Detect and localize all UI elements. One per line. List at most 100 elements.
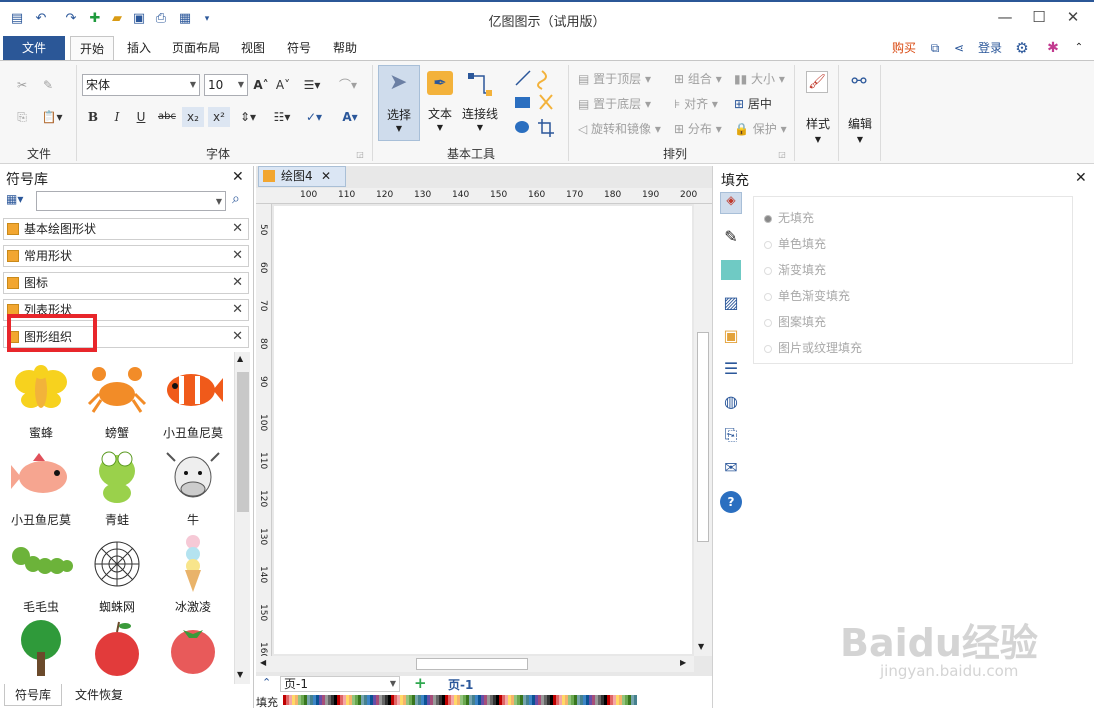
fill-bucket-icon[interactable]: ◈ (720, 192, 742, 214)
arrange-dialog-launcher-icon[interactable]: ◲ (776, 145, 788, 165)
shape-bee[interactable]: 蜜蜂 (0, 360, 82, 445)
image-icon[interactable]: ▨ (720, 293, 742, 315)
canvas-horizontal-scrollbar[interactable]: ◀ ▶ (256, 656, 694, 672)
text-tool-button[interactable]: ✒ 文本 ▼ (422, 65, 458, 141)
minimize-button[interactable]: — (990, 6, 1020, 28)
distribute-button[interactable]: ⊞ 分布 ▾ (674, 120, 722, 137)
close-icon[interactable]: ✕ (232, 327, 243, 347)
radio-picture-fill[interactable]: 图片或纹理填充 (764, 339, 862, 356)
scroll-up-icon[interactable]: ▲ (237, 354, 243, 363)
addon-icon[interactable]: ✱ (1042, 36, 1064, 60)
radio-single-gradient-fill[interactable]: 单色渐变填充 (764, 287, 850, 304)
tab-symbol-library[interactable]: 符号库 (4, 684, 62, 706)
group-button[interactable]: ⊞ 组合 ▾ (674, 70, 722, 87)
color-swatch[interactable] (634, 695, 637, 705)
document-tab[interactable]: 绘图4 ✕ (258, 166, 346, 187)
font-dialog-launcher-icon[interactable]: ◲ (354, 145, 366, 165)
tab-insert[interactable]: 插入 (120, 36, 158, 60)
vertical-scrollbar[interactable]: ▲ ▼ (234, 352, 250, 684)
add-page-icon[interactable]: + (414, 674, 427, 692)
select-tool-button[interactable]: ➤ 选择 ▼ (378, 65, 420, 141)
superscript-button[interactable]: x² (208, 107, 230, 127)
buy-link[interactable]: 购买 (886, 36, 922, 60)
page-select[interactable]: 页-1 ▼ (280, 676, 400, 692)
shape-spider-web[interactable]: 蜘蛛网 (76, 534, 158, 619)
category-common-shapes[interactable]: 常用形状 ✕ (3, 245, 249, 267)
close-icon[interactable]: ✕ (232, 219, 243, 239)
scrollbar-thumb[interactable] (237, 372, 249, 512)
connector-tool-button[interactable]: 连接线 ▼ (460, 65, 500, 141)
grow-font-icon[interactable]: A˄ (252, 75, 270, 95)
shape-frog[interactable]: 青蛙 (76, 447, 158, 532)
line-spacing-icon[interactable]: ⇕▾ (234, 107, 262, 127)
scroll-down-icon[interactable]: ▼ (698, 642, 704, 651)
bullets-icon[interactable]: ☷▾ (268, 107, 296, 127)
line-pen-icon[interactable]: ✎ (720, 227, 742, 249)
scroll-down-icon[interactable]: ▼ (237, 670, 243, 679)
close-window-button[interactable]: ✕ (1058, 6, 1088, 28)
underline-button[interactable]: U (132, 107, 150, 127)
category-icons[interactable]: 图标 ✕ (3, 272, 249, 294)
library-menu-icon[interactable]: ▦▾ (6, 192, 32, 210)
close-panel-icon[interactable]: ✕ (1075, 170, 1087, 186)
center-button[interactable]: ⊞ 居中 (734, 95, 772, 112)
page-tab[interactable]: 页-1 (448, 676, 473, 693)
category-basic-shapes[interactable]: 基本绘图形状 ✕ (3, 218, 249, 240)
help-icon[interactable]: ? (720, 491, 742, 513)
italic-button[interactable]: I (108, 107, 126, 127)
radio-gradient-fill[interactable]: 渐变填充 (764, 261, 826, 278)
drawing-page[interactable] (274, 206, 692, 654)
style-button[interactable]: 🖌 样式 ▼ (800, 65, 836, 155)
scrollbar-thumb[interactable] (416, 658, 528, 670)
bring-front-button[interactable]: ▤ 置于顶层 ▾ (578, 70, 651, 87)
tab-home[interactable]: 开始 (70, 36, 114, 60)
pages-toggle-icon[interactable]: ⌃ (262, 676, 271, 689)
paste-icon[interactable]: 📋▾ (38, 107, 66, 127)
text-align-icon[interactable]: ☰▾ (300, 75, 324, 95)
align-button[interactable]: ⊧ 对齐 ▾ (674, 95, 718, 112)
hyperlink-globe-icon[interactable]: ◍ (720, 392, 742, 414)
maximize-button[interactable]: ☐ (1024, 6, 1054, 28)
strikethrough-button[interactable]: abc (156, 107, 178, 127)
shape-tomato[interactable] (152, 618, 234, 703)
cut-icon[interactable]: ✂ (12, 75, 32, 95)
send-back-button[interactable]: ▤ 置于底层 ▾ (578, 95, 651, 112)
radio-no-fill[interactable]: 无填充 (764, 209, 814, 226)
format-painter-icon[interactable]: ✎ (38, 75, 58, 95)
close-icon[interactable]: ✕ (321, 167, 331, 186)
share-screen-icon[interactable]: ⧉ (926, 36, 944, 60)
settings-gear-icon[interactable]: ⚙ (1010, 36, 1034, 60)
shadow-square-icon[interactable] (721, 260, 741, 280)
scrollbar-thumb[interactable] (697, 332, 709, 542)
close-panel-icon[interactable]: ✕ (232, 169, 244, 185)
text-path-icon[interactable]: ⌒▾ (334, 75, 362, 95)
tab-symbol[interactable]: 符号 (280, 36, 318, 60)
tab-help[interactable]: 帮助 (326, 36, 364, 60)
close-icon[interactable]: ✕ (232, 273, 243, 293)
shape-crab[interactable]: 螃蟹 (76, 360, 158, 445)
search-icon[interactable]: ⌕ (232, 191, 240, 207)
share-icon[interactable]: ⋖ (950, 36, 968, 60)
shape-pink-fish[interactable]: 小丑鱼尼莫 (0, 447, 82, 532)
tab-view[interactable]: 视图 (234, 36, 272, 60)
edit-button[interactable]: ⚯ 编辑 ▼ (842, 65, 878, 155)
rotate-mirror-button[interactable]: ◁ 旋转和镜像 ▾ (578, 120, 661, 137)
shape-ice-cream[interactable]: 冰激凌 (152, 534, 234, 619)
bold-button[interactable]: B (84, 107, 102, 127)
tab-file-recovery[interactable]: 文件恢复 (68, 684, 130, 706)
file-menu-button[interactable]: 文件 (3, 36, 65, 60)
layer-icon[interactable]: ▣ (720, 326, 742, 348)
font-name-select[interactable]: 宋体 ▼ (82, 74, 200, 96)
copy-icon[interactable]: ⎘ (12, 107, 32, 127)
size-button[interactable]: ▮▮ 大小 ▾ (734, 70, 785, 87)
protect-button[interactable]: 🔒 保护 ▾ (734, 120, 787, 137)
radio-pattern-fill[interactable]: 图案填充 (764, 313, 826, 330)
symbol-search-input[interactable]: ▼ (36, 191, 226, 211)
text-color-icon[interactable]: ✓▾ (300, 107, 328, 127)
tab-page-layout[interactable]: 页面布局 (166, 36, 226, 60)
radio-solid-fill[interactable]: 单色填充 (764, 235, 826, 252)
canvas-vertical-scrollbar[interactable]: ▼ (694, 204, 712, 656)
shape-caterpillar[interactable]: 毛毛虫 (0, 534, 82, 619)
subscript-button[interactable]: x₂ (182, 107, 204, 127)
shape-cow[interactable]: 牛 (152, 447, 234, 532)
